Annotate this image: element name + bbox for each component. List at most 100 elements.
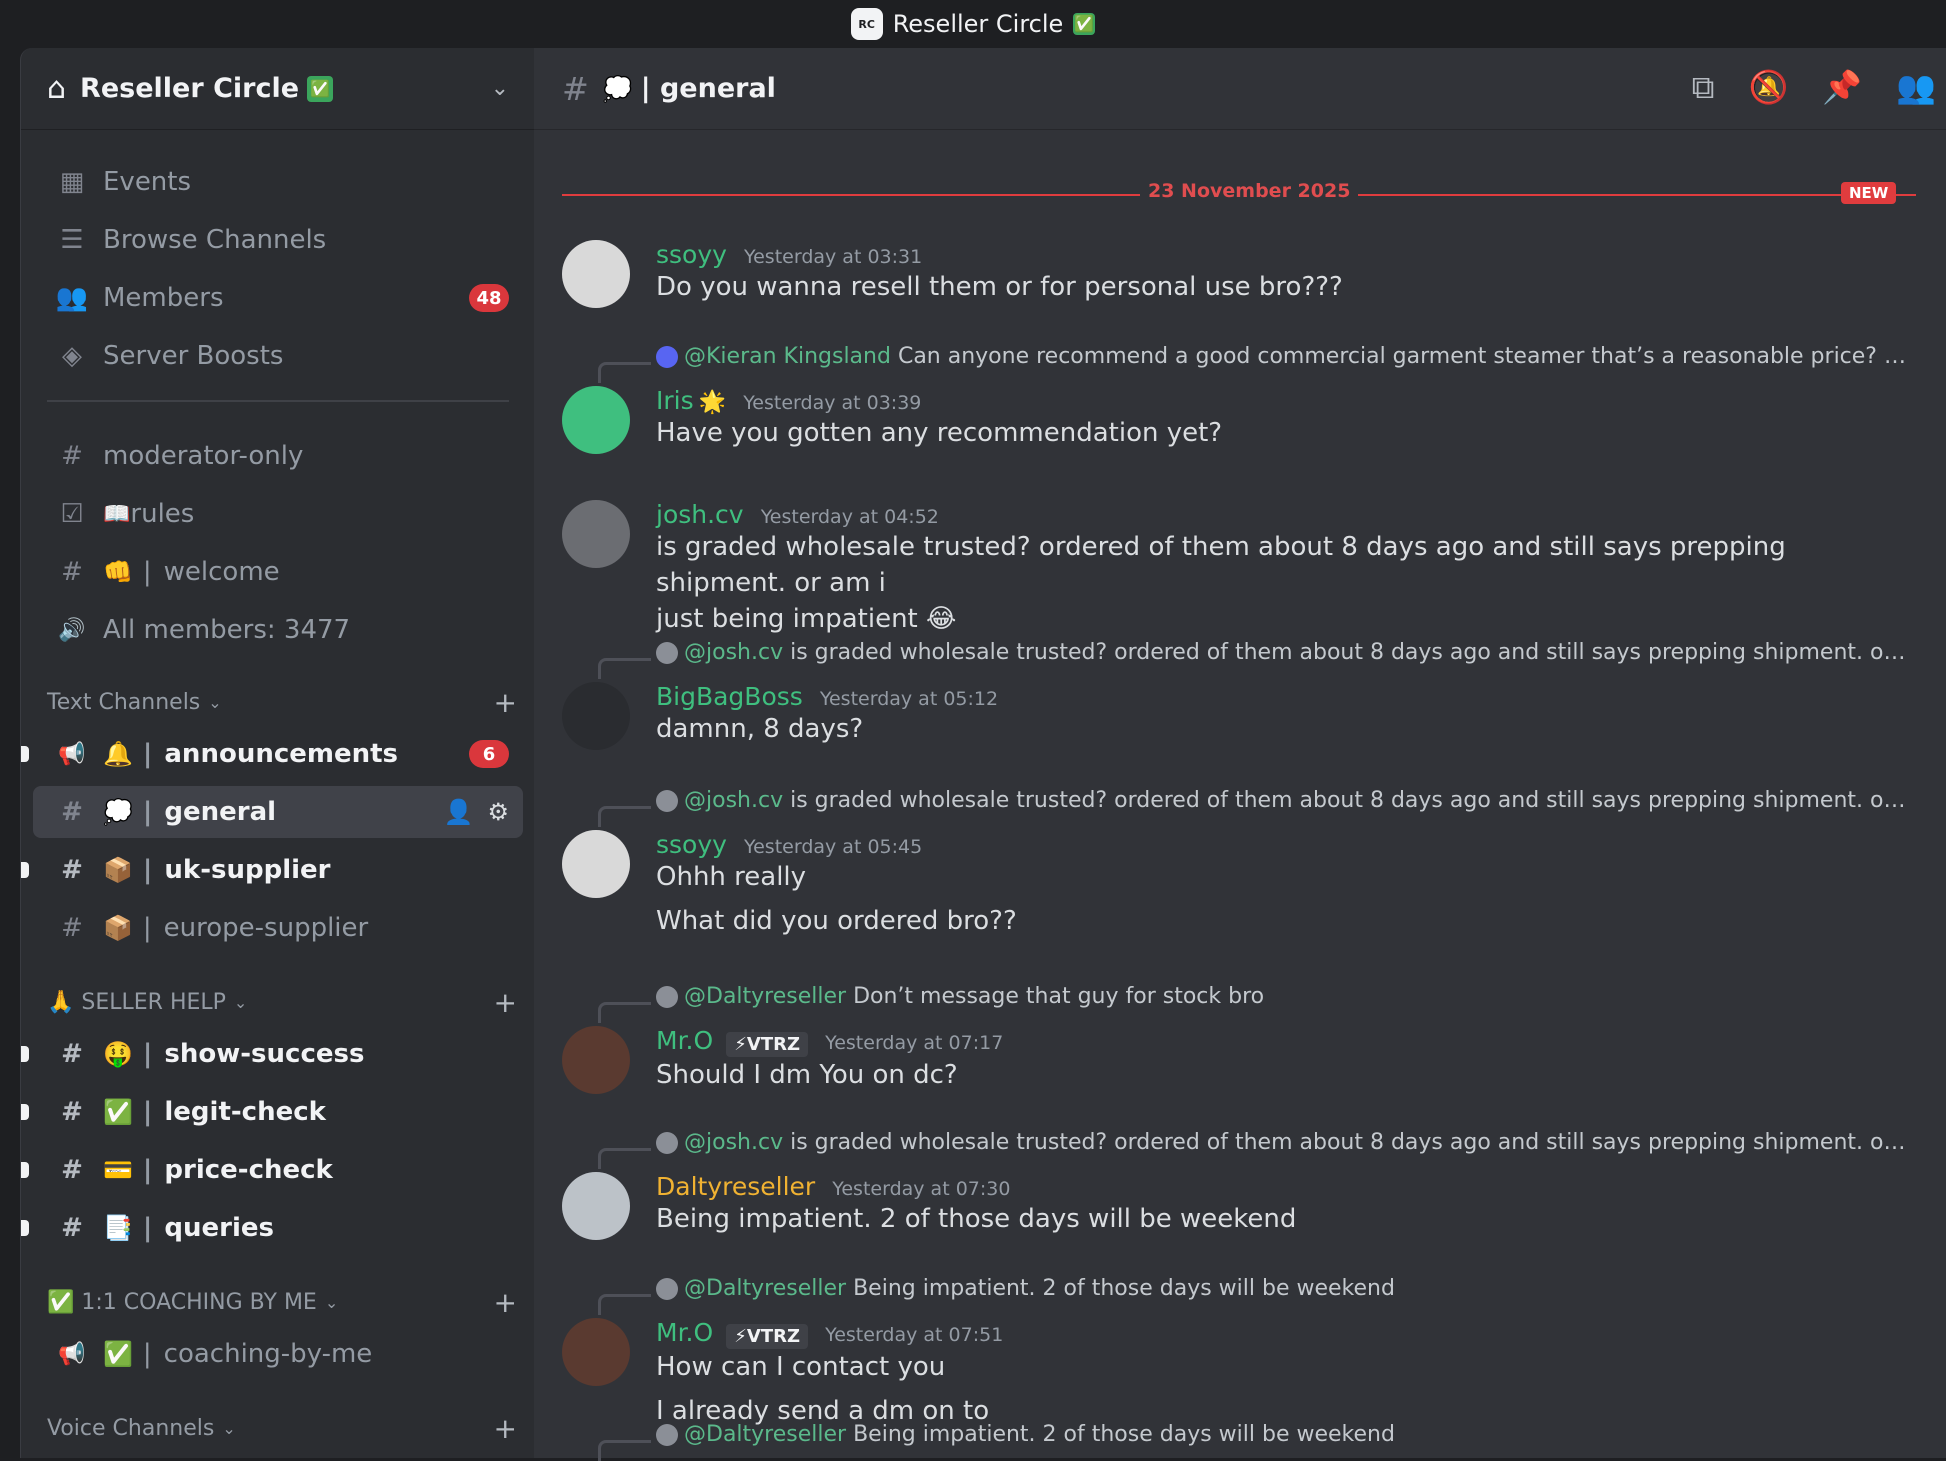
avatar[interactable] bbox=[562, 500, 630, 568]
threads-icon[interactable]: ⧉ bbox=[1692, 68, 1715, 107]
invite-icon[interactable]: 👤 bbox=[444, 798, 474, 826]
category-coaching[interactable]: ✅ 1:1 COACHING BY ME ⌄ + bbox=[47, 1284, 517, 1320]
nav-label: Events bbox=[103, 167, 192, 197]
channel-member-count[interactable]: 🔊 All members: 3477 bbox=[33, 604, 523, 656]
message-content: Should I dm You on dc? bbox=[656, 1060, 958, 1090]
add-channel-icon[interactable]: + bbox=[494, 986, 517, 1019]
voice-channel-icon: 🔊 bbox=[58, 617, 86, 643]
message-timestamp: Yesterday at 05:12 bbox=[819, 688, 999, 710]
message-author[interactable]: ssoyy bbox=[656, 830, 727, 859]
members-badge: 48 bbox=[469, 284, 509, 312]
add-channel-icon[interactable]: + bbox=[494, 1286, 517, 1319]
reply-preview[interactable]: @Daltyreseller Don’t message that guy fo… bbox=[656, 984, 1912, 1009]
channel-separator: | bbox=[142, 1339, 152, 1369]
channel-label: coaching-by-me bbox=[163, 1339, 373, 1369]
nav-events[interactable]: ▦ Events bbox=[33, 156, 523, 208]
server-tag[interactable]: ⚡VTRZ bbox=[726, 1324, 809, 1349]
reply-mention[interactable]: @Kieran Kingsland bbox=[684, 344, 891, 369]
announcement-icon: 📢 bbox=[58, 1341, 86, 1367]
pin-icon[interactable]: 📌 bbox=[1822, 68, 1862, 107]
avatar[interactable] bbox=[562, 240, 630, 308]
reply-mention[interactable]: @Daltyreseller bbox=[684, 1276, 846, 1301]
avatar[interactable] bbox=[562, 682, 630, 750]
mini-avatar-icon bbox=[656, 986, 678, 1008]
mini-avatar-icon bbox=[656, 642, 678, 664]
mention-badge: 6 bbox=[469, 740, 509, 768]
message-author[interactable]: Iris bbox=[656, 386, 694, 415]
category-seller-help[interactable]: 🙏 SELLER HELP ⌄ + bbox=[47, 984, 517, 1020]
add-channel-icon[interactable]: + bbox=[494, 686, 517, 719]
message-author[interactable]: ssoyy bbox=[656, 240, 727, 269]
channel-show-success[interactable]: # 🤑 | show-success bbox=[21, 1028, 523, 1080]
server-tag[interactable]: ⚡VTRZ bbox=[726, 1032, 809, 1057]
channel-announcements[interactable]: 📢 🔔 | announcements 6 bbox=[21, 728, 523, 780]
channel-legit-check[interactable]: # ✅ | legit-check bbox=[21, 1086, 523, 1138]
channel-europe-supplier[interactable]: # 📦 | europe-supplier bbox=[33, 902, 523, 954]
reply-preview[interactable]: @josh.cv is graded wholesale trusted? or… bbox=[656, 788, 1912, 813]
channel-emoji: 📑 bbox=[103, 1214, 133, 1242]
message-content: Being impatient. 2 of those days will be… bbox=[656, 1204, 1297, 1234]
nav-members[interactable]: 👥 Members 48 bbox=[33, 272, 523, 324]
channel-emoji: 👊 bbox=[103, 558, 133, 586]
channel-queries[interactable]: # 📑 | queries bbox=[21, 1202, 523, 1254]
reply-preview[interactable]: @josh.cv is graded wholesale trusted? or… bbox=[656, 1130, 1912, 1155]
category-text-channels[interactable]: Text Channels ⌄ + bbox=[47, 684, 517, 720]
unread-indicator bbox=[21, 1046, 29, 1062]
channel-title: | general bbox=[640, 73, 776, 104]
channel-welcome[interactable]: # 👊 | welcome bbox=[33, 546, 523, 598]
mini-avatar-icon bbox=[656, 1278, 678, 1300]
channel-coaching-by-me[interactable]: 📢 ✅ | coaching-by-me bbox=[33, 1328, 523, 1380]
reply-mention[interactable]: @josh.cv bbox=[684, 1130, 783, 1155]
message-author[interactable]: BigBagBoss bbox=[656, 682, 803, 711]
server-header[interactable]: ⌂ Reseller Circle ✅ ⌄ bbox=[21, 48, 535, 130]
unread-indicator bbox=[21, 1162, 29, 1178]
chevron-down-icon: ⌄ bbox=[233, 992, 248, 1012]
channel-general[interactable]: # 💭 | general 👤 ⚙ bbox=[33, 786, 523, 838]
avatar[interactable] bbox=[562, 386, 630, 454]
message-content: just being impatient 😂 bbox=[656, 604, 957, 634]
reply-preview[interactable]: @Daltyreseller Being impatient. 2 of tho… bbox=[656, 1276, 1912, 1301]
nav-browse-channels[interactable]: ☰ Browse Channels bbox=[33, 214, 523, 266]
message-author[interactable]: Daltyreseller bbox=[656, 1172, 815, 1201]
nav-label: Server Boosts bbox=[103, 341, 284, 371]
message-timestamp: Yesterday at 07:51 bbox=[825, 1324, 1004, 1346]
member-list-icon[interactable]: 👥 bbox=[1896, 68, 1936, 107]
message-author[interactable]: Mr.O bbox=[656, 1026, 713, 1055]
channel-label: queries bbox=[164, 1213, 274, 1243]
reply-mention[interactable]: @josh.cv bbox=[684, 788, 783, 813]
unread-indicator bbox=[21, 862, 29, 878]
channel-price-check[interactable]: # 💳 | price-check bbox=[21, 1144, 523, 1196]
channel-label: general bbox=[164, 797, 277, 827]
hashtag-icon: # bbox=[61, 913, 83, 943]
reply-mention[interactable]: @josh.cv bbox=[684, 640, 783, 665]
avatar[interactable] bbox=[562, 1318, 630, 1386]
notifications-muted-icon[interactable]: 🔕 bbox=[1748, 68, 1788, 107]
gear-icon[interactable]: ⚙ bbox=[487, 798, 509, 826]
channel-emoji: 📦 bbox=[103, 914, 133, 942]
reply-preview[interactable]: @josh.cv is graded wholesale trusted? or… bbox=[656, 640, 1912, 665]
nav-label: Browse Channels bbox=[103, 225, 327, 255]
reply-mention[interactable]: @Daltyreseller bbox=[684, 984, 846, 1009]
category-label: Text Channels bbox=[47, 689, 201, 715]
nav-server-boosts[interactable]: ◈ Server Boosts bbox=[33, 330, 523, 382]
reply-connector bbox=[598, 1148, 651, 1169]
channel-uk-supplier[interactable]: # 📦 | uk-supplier bbox=[21, 844, 523, 896]
category-voice-channels[interactable]: Voice Channels ⌄ + bbox=[47, 1410, 517, 1446]
message-author[interactable]: josh.cv bbox=[656, 500, 744, 529]
hashtag-icon: # bbox=[61, 1097, 83, 1127]
message-timestamp: Yesterday at 05:45 bbox=[744, 836, 923, 858]
channel-moderator-only[interactable]: # moderator-only bbox=[33, 430, 523, 482]
add-channel-icon[interactable]: + bbox=[494, 1412, 517, 1445]
channel-rules[interactable]: ☑ 📖 rules bbox=[33, 488, 523, 540]
chevron-down-icon[interactable]: ⌄ bbox=[491, 76, 509, 101]
reply-text: is graded wholesale trusted? ordered of … bbox=[790, 640, 1912, 665]
reply-preview[interactable]: @Daltyreseller Being impatient. 2 of tho… bbox=[656, 1422, 1912, 1447]
channel-emoji: ✅ bbox=[103, 1098, 133, 1126]
reply-mention[interactable]: @Daltyreseller bbox=[684, 1422, 846, 1447]
avatar[interactable] bbox=[562, 830, 630, 898]
reply-preview[interactable]: @Kieran Kingsland Can anyone recommend a… bbox=[656, 344, 1912, 369]
avatar[interactable] bbox=[562, 1172, 630, 1240]
channel-separator: | bbox=[142, 913, 152, 943]
avatar[interactable] bbox=[562, 1026, 630, 1094]
message-author[interactable]: Mr.O bbox=[656, 1318, 713, 1347]
